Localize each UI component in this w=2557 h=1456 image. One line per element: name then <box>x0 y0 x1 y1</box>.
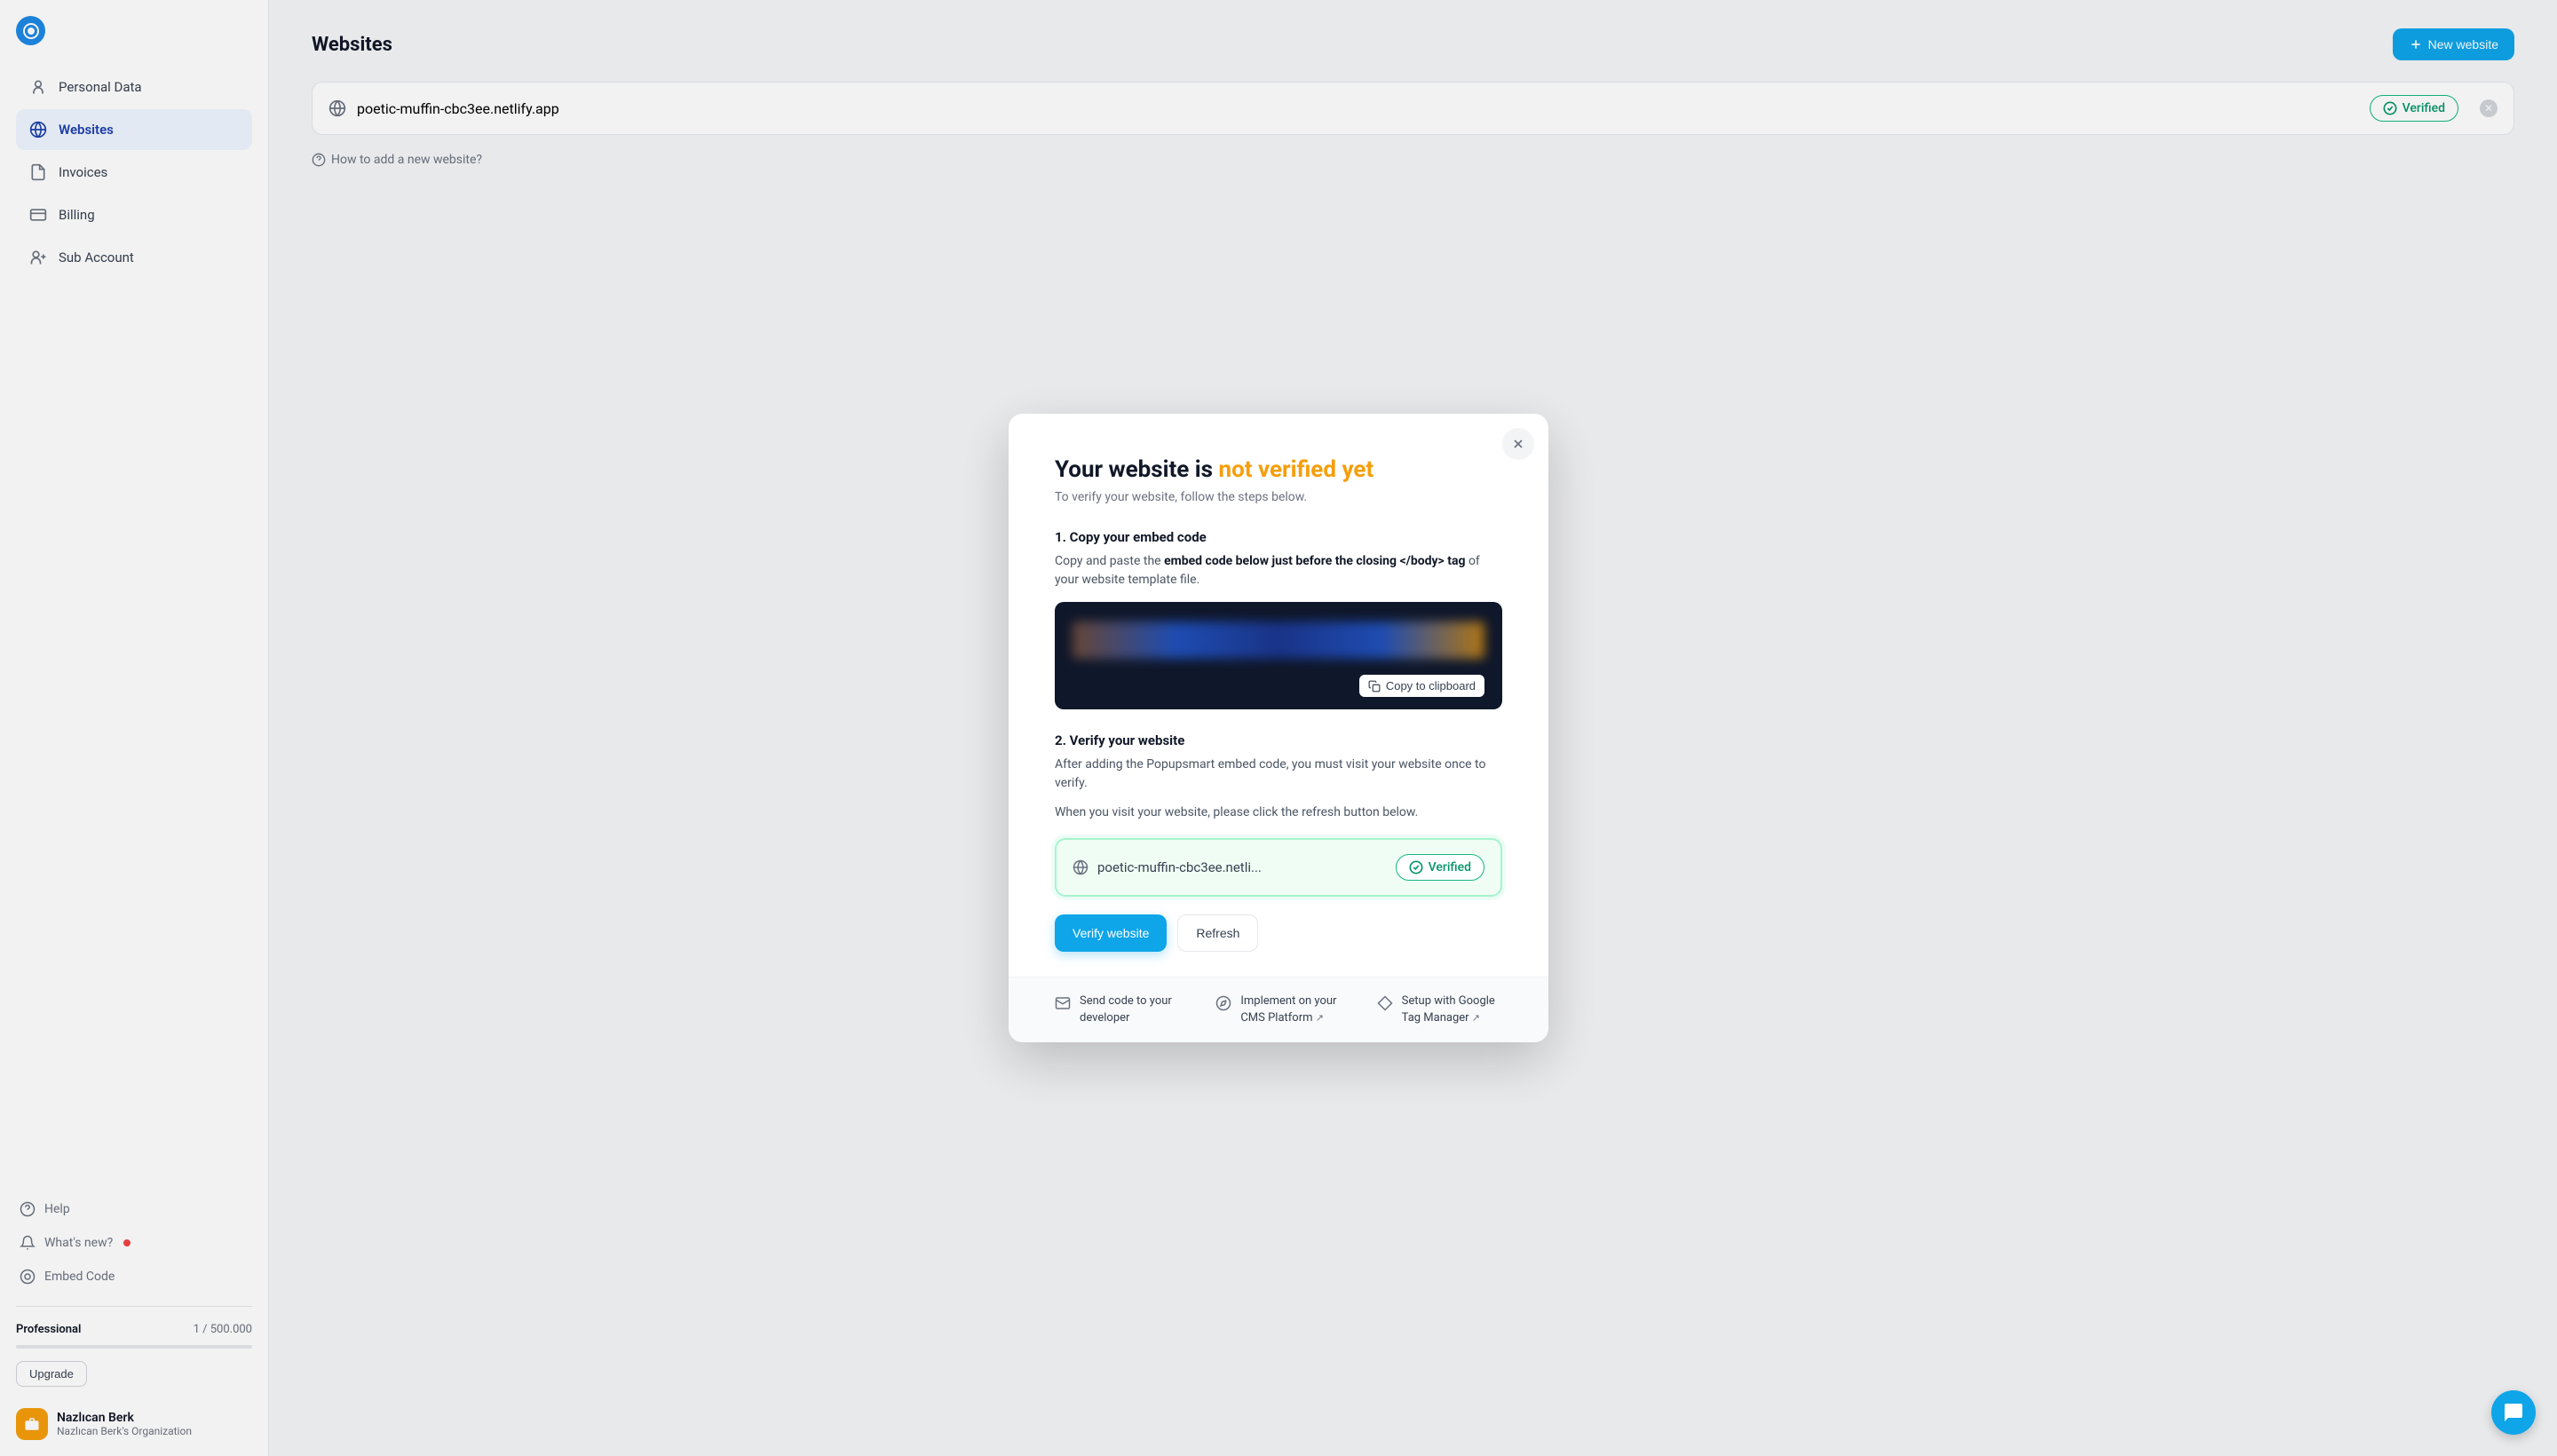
copy-clipboard-button[interactable]: Copy to clipboard <box>1359 675 1484 697</box>
step2-desc1: After adding the Popupsmart embed code, … <box>1055 756 1502 793</box>
modal-title: Your website is not verified yet <box>1055 456 1502 483</box>
send-developer-link[interactable]: Send code to your developer <box>1055 993 1180 1025</box>
gtm-icon <box>1377 995 1393 1011</box>
external-link-icon: ↗ <box>1316 1012 1324 1024</box>
copy-icon <box>1368 680 1381 692</box>
send-developer-label: Send code to your developer <box>1080 993 1180 1025</box>
gtm-label: Setup with Google Tag Manager <box>1402 994 1495 1024</box>
embed-code-block: Copy to clipboard <box>1055 602 1502 709</box>
step2-desc2: When you visit your website, please clic… <box>1055 803 1502 822</box>
modal-overlay: Your website is not verified yet To veri… <box>0 0 2557 1456</box>
globe-icon <box>1073 859 1089 875</box>
blurred-code <box>1073 621 1484 659</box>
chat-icon <box>2503 1402 2524 1423</box>
modal-subtitle: To verify your website, follow the steps… <box>1055 490 1502 504</box>
compass-icon <box>1215 995 1231 1011</box>
refresh-button[interactable]: Refresh <box>1177 914 1258 952</box>
step1-title: 1. Copy your embed code <box>1055 529 1502 545</box>
verify-website-button[interactable]: Verify website <box>1055 914 1167 952</box>
verified-label: Verified <box>1429 860 1471 874</box>
chat-widget[interactable] <box>2491 1390 2536 1435</box>
mail-icon <box>1055 995 1071 1011</box>
copy-label: Copy to clipboard <box>1386 679 1476 692</box>
close-icon <box>1511 437 1525 451</box>
verify-modal: Your website is not verified yet To veri… <box>1009 414 1548 1041</box>
verified-badge: Verified <box>1396 854 1484 881</box>
step1-description: Copy and paste the embed code below just… <box>1055 552 1502 590</box>
gtm-link[interactable]: Setup with Google Tag Manager ↗ <box>1377 993 1502 1025</box>
external-link-icon: ↗ <box>1472 1012 1480 1024</box>
verify-status-box: poetic-muffin-cbc3ee.netli... Verified <box>1055 838 1502 897</box>
step2-title: 2. Verify your website <box>1055 732 1502 748</box>
verify-url: poetic-muffin-cbc3ee.netli... <box>1097 859 1262 875</box>
cms-platform-link[interactable]: Implement on your CMS Platform ↗ <box>1215 993 1341 1025</box>
